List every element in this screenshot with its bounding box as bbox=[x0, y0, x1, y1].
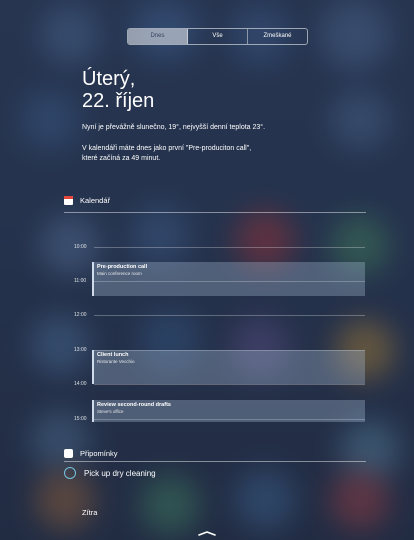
event-location: Main conference room bbox=[97, 271, 142, 276]
reminders-icon bbox=[64, 449, 73, 458]
calendar-separator bbox=[64, 212, 366, 213]
weather-summary: Nyní je převážně slunečno, 19°, nejvyšší… bbox=[82, 124, 266, 131]
calendar-event[interactable]: Pre-production call Main conference room bbox=[92, 262, 365, 296]
hour-line bbox=[94, 247, 365, 248]
event-location: Steve's office bbox=[97, 409, 124, 414]
hour-label: 11:00 bbox=[74, 278, 87, 284]
hour-line bbox=[94, 384, 365, 385]
calendar-section-title: Kalendář bbox=[80, 196, 111, 205]
weekday-label: Úterý, bbox=[82, 68, 136, 90]
calendar-event[interactable]: Review second-round drafts Steve's offic… bbox=[92, 400, 365, 422]
segment-missed[interactable]: Zmeškané bbox=[248, 29, 307, 44]
calendar-icon bbox=[64, 196, 73, 205]
reminders-separator bbox=[64, 461, 366, 462]
segment-all[interactable]: Vše bbox=[188, 29, 248, 44]
day-label: 22. říjen bbox=[82, 90, 155, 112]
hour-label: 10:00 bbox=[74, 244, 87, 250]
calendar-event[interactable]: Client lunch Ristorante Vecchio bbox=[92, 350, 365, 384]
event-title: Review second-round drafts bbox=[97, 402, 171, 408]
event-title: Client lunch bbox=[97, 352, 129, 358]
hour-label: 13:00 bbox=[74, 347, 87, 353]
reminders-section-header[interactable]: Připomínky bbox=[64, 449, 118, 458]
today-summary: Nyní je převážně slunečno, 19°, nejvyšší… bbox=[82, 123, 362, 175]
reminders-section-title: Připomínky bbox=[80, 449, 118, 458]
chevron-grabber-icon[interactable] bbox=[198, 531, 216, 536]
calendar-summary: V kalendáři máte dnes jako první "Pre-pr… bbox=[82, 145, 252, 162]
reminder-item[interactable]: Pick up dry cleaning bbox=[64, 467, 156, 479]
hour-label: 14:00 bbox=[74, 381, 87, 387]
tomorrow-section-title: Zítra bbox=[82, 508, 98, 517]
reminder-label: Pick up dry cleaning bbox=[84, 468, 156, 478]
hour-line bbox=[94, 315, 365, 316]
reminder-checkbox[interactable] bbox=[64, 467, 76, 479]
segment-today[interactable]: Dnes bbox=[128, 29, 188, 44]
hour-label: 15:00 bbox=[74, 416, 87, 422]
hour-label: 12:00 bbox=[74, 312, 87, 318]
today-date-header: Úterý, 22. říjen bbox=[82, 68, 154, 112]
calendar-section-header[interactable]: Kalendář bbox=[64, 196, 110, 205]
event-location: Ristorante Vecchio bbox=[97, 359, 135, 364]
notification-filter-segmented-control: Dnes Vše Zmeškané bbox=[127, 28, 308, 45]
event-title: Pre-production call bbox=[97, 264, 148, 270]
